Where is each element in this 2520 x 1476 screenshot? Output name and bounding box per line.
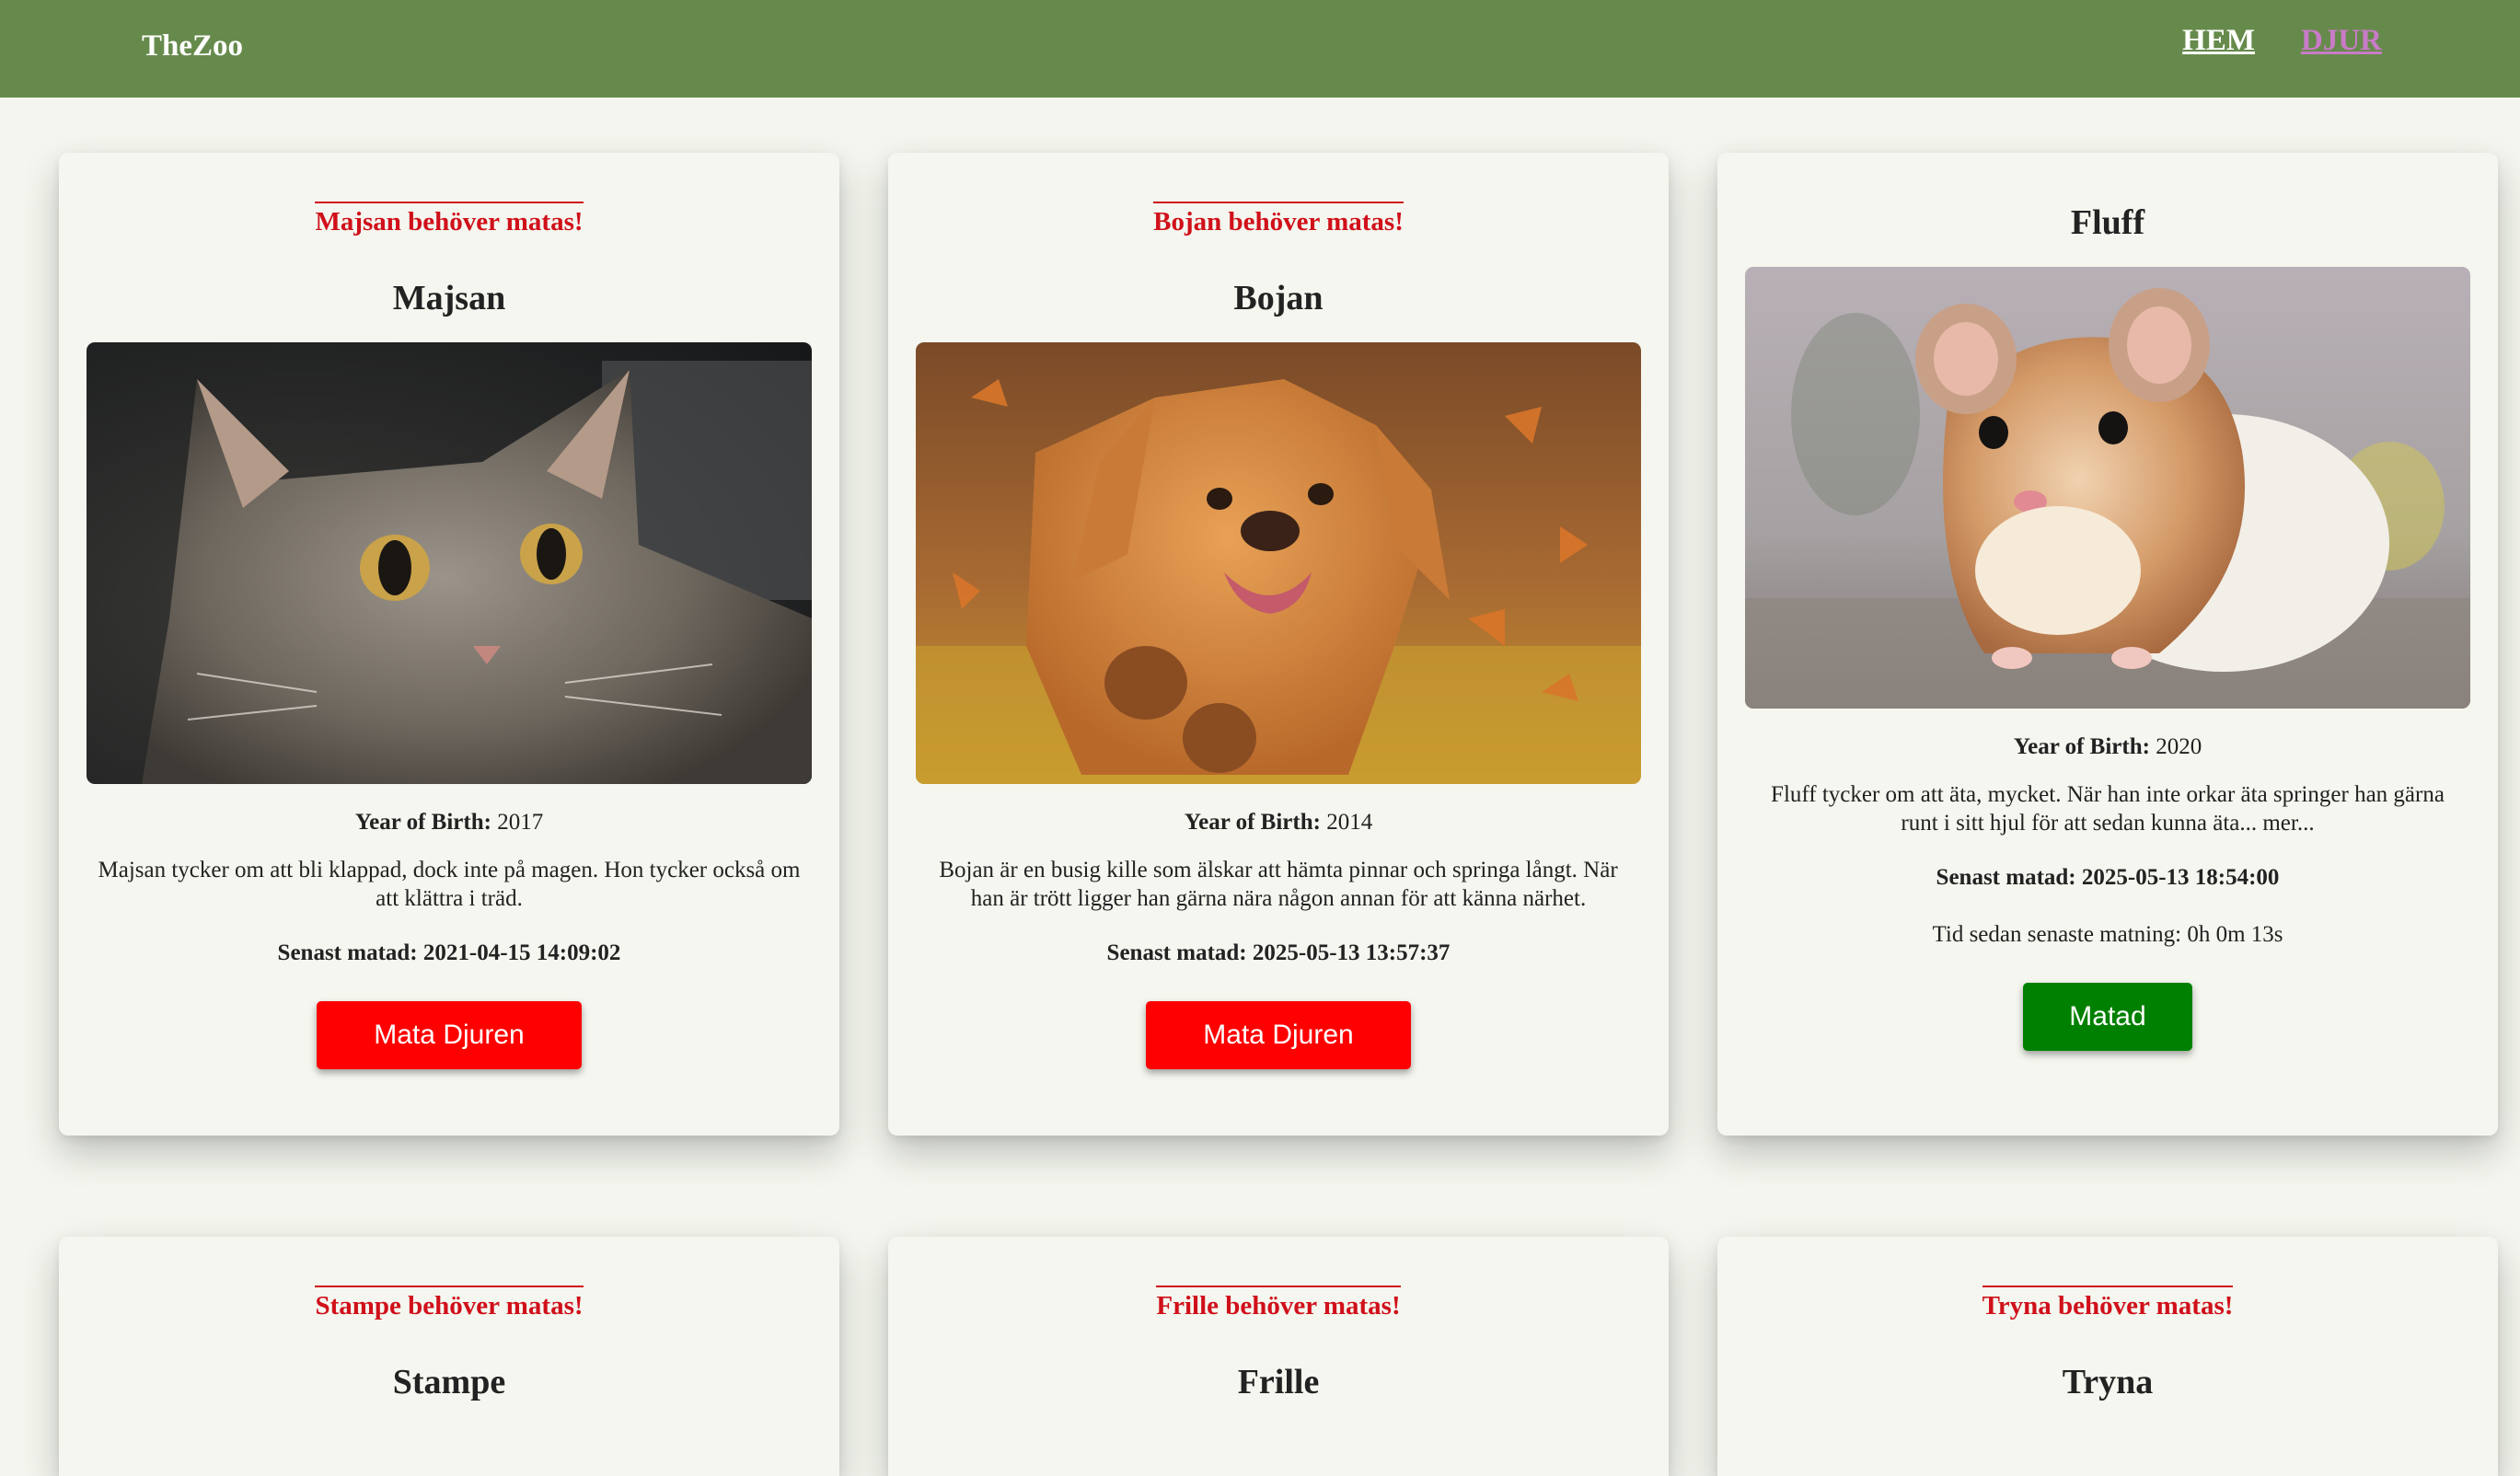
animal-card-majsan: Majsan behöver matas! Majsan Year of Bir… <box>59 153 839 1136</box>
nav-links: HEM DJUR <box>2182 24 2382 58</box>
time-since-feeding: Tid sedan senaste matning: 0h 0m 13s <box>1932 922 2283 947</box>
needs-feeding-warning: Majsan behöver matas! <box>315 202 584 238</box>
fed-status-button[interactable]: Matad <box>2023 983 2192 1051</box>
nav-link-animals[interactable]: DJUR <box>2301 24 2382 58</box>
animal-description: Majsan tycker om att bli klappad, dock i… <box>98 858 801 911</box>
cat-photo <box>87 342 812 784</box>
animal-name: Fluff <box>2070 203 2145 242</box>
animal-card-tryna: Tryna behöver matas! Tryna <box>1717 1237 2498 1476</box>
animal-name: Bojan <box>1233 279 1324 317</box>
year-of-birth-value: 2020 <box>2156 734 2202 759</box>
animal-card-frille: Frille behöver matas! Frille <box>888 1237 1669 1476</box>
year-of-birth-label: Year of Birth: <box>1184 810 1321 835</box>
nav-link-home[interactable]: HEM <box>2182 24 2255 58</box>
needs-feeding-warning: Frille behöver matas! <box>1156 1286 1401 1322</box>
animal-description: Fluff tycker om att äta, mycket. När han… <box>1771 782 2445 836</box>
last-fed-timestamp: Senast matad: 2021-04-15 14:09:02 <box>277 940 621 965</box>
year-of-birth-value: 2014 <box>1326 810 1373 835</box>
feed-animal-button[interactable]: Mata Djuren <box>1146 1001 1411 1069</box>
feed-animal-button[interactable]: Mata Djuren <box>317 1001 582 1069</box>
animal-description: Bojan är en busig kille som älskar att h… <box>939 858 1618 911</box>
top-navbar: TheZoo HEM DJUR <box>0 0 2520 98</box>
year-of-birth: Year of Birth: 2014 <box>916 808 1641 837</box>
needs-feeding-warning: Tryna behöver matas! <box>1982 1286 2234 1322</box>
animal-card-bojan: Bojan behöver matas! Bojan Year of Birth… <box>888 153 1669 1136</box>
last-fed-timestamp: Senast matad: 2025-05-13 13:57:37 <box>1106 940 1451 965</box>
animal-name: Stampe <box>392 1363 506 1401</box>
animal-name: Tryna <box>2062 1363 2154 1401</box>
year-of-birth-value: 2017 <box>497 810 544 835</box>
animal-card-fluff: Fluff Year of Birth: 2020 Fluff tycker o… <box>1717 153 2498 1136</box>
needs-feeding-warning: Bojan behöver matas! <box>1153 202 1404 238</box>
animal-name: Frille <box>1237 1363 1320 1401</box>
hamster-photo <box>1745 267 2470 709</box>
last-fed-timestamp: Senast matad: 2025-05-13 18:54:00 <box>1936 865 2280 890</box>
brand-logo-text[interactable]: TheZoo <box>142 29 243 63</box>
animal-name: Majsan <box>392 279 506 317</box>
year-of-birth: Year of Birth: 2017 <box>87 808 812 837</box>
year-of-birth-label: Year of Birth: <box>354 810 491 835</box>
animal-card-grid: Majsan behöver matas! Majsan Year of Bir… <box>59 153 2498 1476</box>
year-of-birth-label: Year of Birth: <box>2013 734 2150 759</box>
animal-card-stampe: Stampe behöver matas! Stampe <box>59 1237 839 1476</box>
year-of-birth: Year of Birth: 2020 <box>1745 732 2470 762</box>
needs-feeding-warning: Stampe behöver matas! <box>315 1286 584 1322</box>
dog-photo <box>916 342 1641 784</box>
